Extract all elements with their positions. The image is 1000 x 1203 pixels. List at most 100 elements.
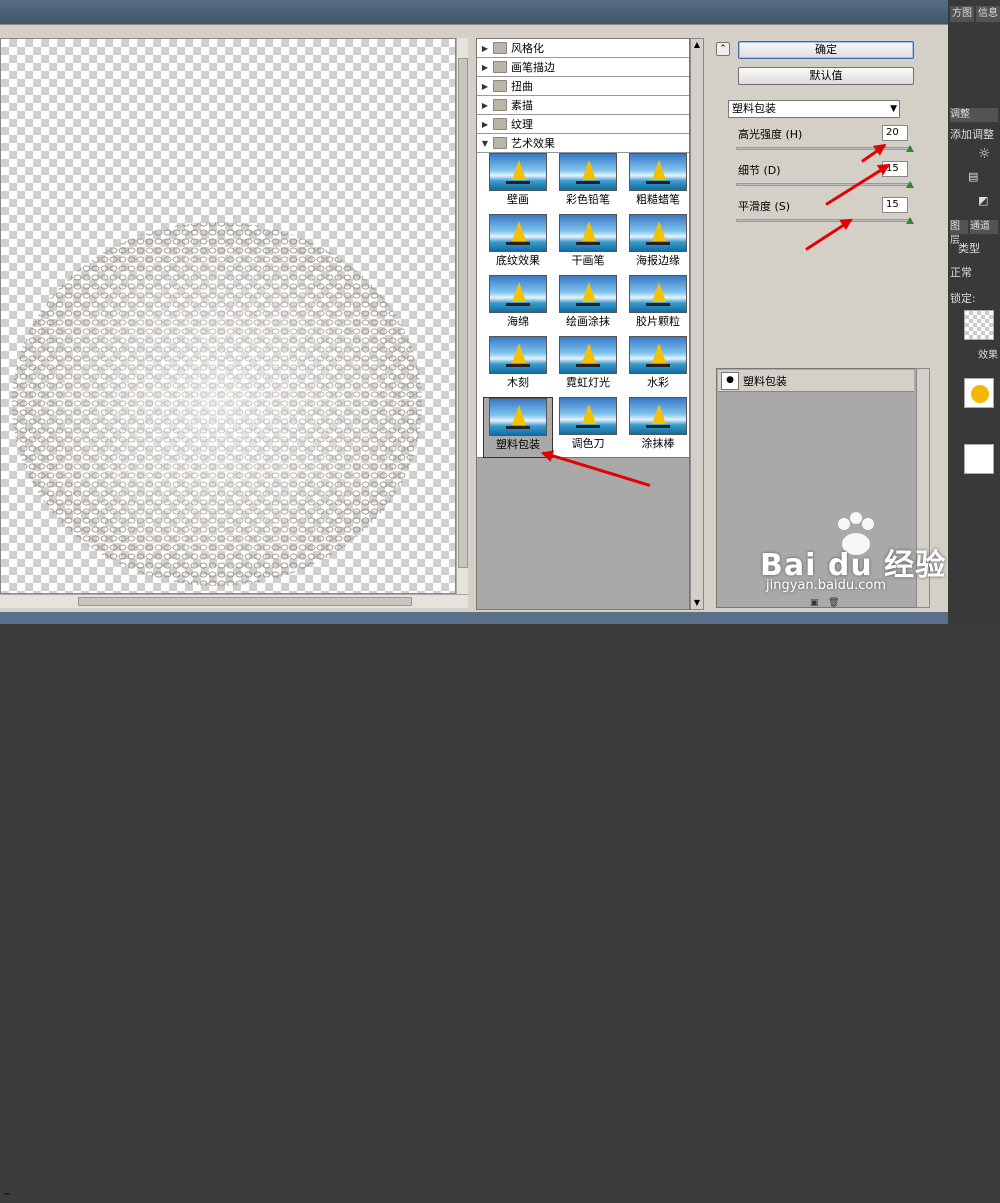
zoom-out-button[interactable]: −: [0, 1189, 14, 1203]
ps-blend-mode[interactable]: 正常: [950, 264, 972, 280]
slider-knob-icon[interactable]: [906, 145, 914, 152]
dialog-title-bar: [0, 0, 948, 24]
scroll-down-arrow-icon[interactable]: ▼: [691, 597, 703, 609]
filter-preview-image: [489, 275, 547, 313]
preview-image: [12, 222, 422, 586]
exposure-icon[interactable]: ◩: [978, 194, 988, 207]
filter-thumbnail-label: 调色刀: [571, 437, 605, 450]
folder-icon: [493, 42, 507, 54]
filter-list-scrollbar[interactable]: ▲ ▼: [690, 38, 704, 610]
preview-vertical-scrollbar[interactable]: [456, 38, 468, 594]
triangle-right-icon[interactable]: ▶: [479, 82, 491, 91]
filter-category-4[interactable]: ▶ 纹理: [477, 115, 689, 134]
layer-thumbnail-background[interactable]: [964, 444, 994, 474]
filter-preview-image: [559, 275, 617, 313]
filter-thumbnail[interactable]: 干画笔: [553, 214, 623, 275]
triangle-down-icon[interactable]: ▼: [479, 139, 491, 148]
preview-hscroll-thumb[interactable]: [78, 597, 412, 606]
filter-preview-image: [489, 398, 547, 436]
collapse-toggle-button[interactable]: ⌃: [716, 42, 730, 56]
triangle-right-icon[interactable]: ▶: [479, 44, 491, 53]
filter-preview-image: [489, 336, 547, 374]
filter-list: ▶ 风格化 ▶ 画笔描边 ▶ 扭曲 ▶ 素描 ▶ 纹理 ▼ 艺术效果 壁画 彩色铅笔 粗糙蜡笔 底纹效果 干画…: [476, 38, 690, 458]
folder-icon: [493, 61, 507, 73]
param-slider[interactable]: [736, 219, 912, 222]
default-button[interactable]: 默认值: [738, 67, 914, 85]
filter-category-2[interactable]: ▶ 扭曲: [477, 77, 689, 96]
levels-icon[interactable]: ▤: [968, 170, 978, 183]
filter-preview-image: [559, 397, 617, 435]
filter-thumbnail[interactable]: 粗糙蜡笔: [623, 153, 693, 214]
filter-preview-image: [559, 336, 617, 374]
ps-kind-filter[interactable]: 类型: [958, 240, 980, 256]
triangle-right-icon[interactable]: ▶: [479, 101, 491, 110]
filter-list-empty-area: [476, 458, 690, 610]
filter-thumbnail[interactable]: 胶片颗粒: [623, 275, 693, 336]
filter-preview-image: [629, 397, 687, 435]
filter-thumbnail[interactable]: 底纹效果: [483, 214, 553, 275]
ok-button[interactable]: 确定: [738, 41, 914, 59]
param-label: 细节 (D): [738, 164, 781, 177]
filter-thumbnail[interactable]: 水彩: [623, 336, 693, 397]
filter-select-dropdown[interactable]: 塑料包装 ▼: [728, 100, 900, 118]
ps-side-panels: 方图 信息 调整 添加调整 ☼ ▤ ◩ 图层 通道 类型 正常 锁定: 效果: [948, 0, 1000, 624]
ps-layer-effect-label: 效果: [978, 350, 998, 361]
layer-thumbnail-circle[interactable]: [964, 378, 994, 408]
brightness-icon[interactable]: ☼: [978, 146, 991, 162]
scroll-up-arrow-icon[interactable]: ▲: [691, 39, 703, 51]
filter-thumbnail[interactable]: 涂抹棒: [623, 397, 693, 458]
preview-canvas[interactable]: [0, 38, 456, 594]
filter-preview-image: [629, 153, 687, 191]
ps-tab-layers[interactable]: 图层: [950, 220, 968, 246]
filter-category-1[interactable]: ▶ 画笔描边: [477, 58, 689, 77]
filter-thumbnail[interactable]: 壁画: [483, 153, 553, 214]
ps-tab-channels[interactable]: 通道: [970, 220, 998, 234]
ps-adjust-title: 添加调整: [950, 128, 994, 141]
filter-thumbnail[interactable]: 绘画涂抹: [553, 275, 623, 336]
param-slider[interactable]: [736, 183, 912, 186]
filter-preview-image: [489, 214, 547, 252]
filter-category-label: 画笔描边: [511, 61, 555, 74]
filter-thumbnail[interactable]: 调色刀: [553, 397, 623, 458]
filter-thumbnail[interactable]: 木刻: [483, 336, 553, 397]
dialog-bottom-strip: [0, 612, 948, 624]
filter-thumbnail-label: 海报边缘: [636, 254, 680, 267]
param-value-input[interactable]: 15: [882, 197, 908, 213]
filter-thumbnail-label: 壁画: [507, 193, 529, 206]
layer-thumbnail-transparent[interactable]: [964, 310, 994, 340]
filter-thumbnail-label: 海绵: [507, 315, 529, 328]
triangle-right-icon[interactable]: ▶: [479, 63, 491, 72]
preview-horizontal-scrollbar[interactable]: −: [0, 594, 468, 1200]
folder-icon: [493, 137, 507, 149]
slider-knob-icon[interactable]: [906, 217, 914, 224]
filter-preview-image: [629, 214, 687, 252]
ps-tab-info[interactable]: 信息: [976, 6, 1000, 22]
baidu-watermark: Bai du 经验 jingyan.baidu.com: [760, 512, 950, 612]
filter-thumbnail[interactable]: 海报边缘: [623, 214, 693, 275]
filter-category-label: 艺术效果: [511, 137, 555, 150]
triangle-right-icon[interactable]: ▶: [479, 120, 491, 129]
param-value-input[interactable]: 20: [882, 125, 908, 141]
filter-category-3[interactable]: ▶ 素描: [477, 96, 689, 115]
eye-icon[interactable]: ●: [721, 371, 739, 390]
filter-thumbnail-label: 胶片颗粒: [636, 315, 680, 328]
effect-layer-label: 塑料包装: [743, 374, 787, 388]
ps-lock-label: 锁定:: [950, 292, 976, 305]
ps-tab-adjust[interactable]: 调整: [950, 108, 998, 122]
filter-category-5[interactable]: ▼ 艺术效果: [477, 134, 689, 153]
filter-thumbnail-label: 粗糙蜡笔: [636, 193, 680, 206]
param-label: 平滑度 (S): [738, 200, 791, 213]
filter-thumbnail[interactable]: 海绵: [483, 275, 553, 336]
effect-layer-row[interactable]: ● 塑料包装: [718, 370, 914, 392]
preview-vscroll-thumb[interactable]: [458, 58, 468, 568]
filter-thumbnail[interactable]: 霓虹灯光: [553, 336, 623, 397]
ps-tab-histogram[interactable]: 方图: [950, 6, 974, 22]
slider-knob-icon[interactable]: [906, 181, 914, 188]
filter-thumbnail-label: 绘画涂抹: [566, 315, 610, 328]
filter-category-label: 纹理: [511, 118, 533, 131]
filter-preview-image: [629, 275, 687, 313]
filter-thumbnail[interactable]: 彩色铅笔: [553, 153, 623, 214]
filter-thumbnail-label: 涂抹棒: [641, 437, 675, 450]
filter-category-0[interactable]: ▶ 风格化: [477, 39, 689, 58]
filter-preview-image: [559, 214, 617, 252]
